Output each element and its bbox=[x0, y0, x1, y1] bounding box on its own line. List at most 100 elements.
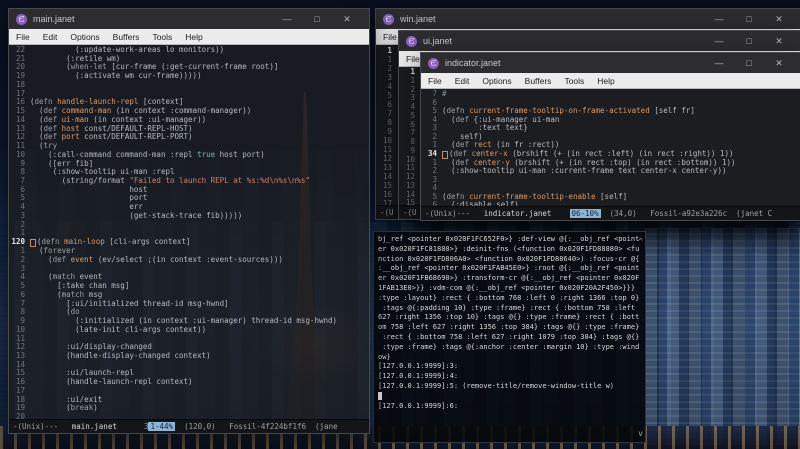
scroll-down-icon[interactable]: v bbox=[638, 430, 643, 438]
close-button[interactable]: ✕ bbox=[332, 9, 362, 29]
terminal-line: :rect { :bottom 758 :left 627 :right 107… bbox=[378, 332, 640, 341]
terminal-line: [127.0.0.1:9999]:3: bbox=[378, 362, 459, 371]
terminal-line: 1FAB13E0>}} :vdm-com @{:__obj_ref <point… bbox=[378, 283, 636, 292]
minimize-button[interactable]: — bbox=[704, 9, 734, 29]
menu-item-edit[interactable]: Edit bbox=[43, 32, 58, 42]
terminal-line: 627 :right 1356 :top 10} :tags @{} :type… bbox=[378, 313, 640, 322]
maximize-button[interactable]: □ bbox=[302, 9, 332, 29]
menu-item-file[interactable]: File bbox=[383, 32, 397, 42]
close-button[interactable]: ✕ bbox=[764, 9, 794, 29]
line-number: 2 bbox=[387, 64, 392, 73]
modeline-text: -(U bbox=[380, 208, 394, 217]
terminal-line: [127.0.0.1:9999]:5: (remove-title/remove… bbox=[378, 381, 615, 390]
emacs-app-icon: Є bbox=[428, 57, 439, 69]
line-number: 1 bbox=[387, 55, 392, 64]
terminal-cursor bbox=[378, 391, 382, 400]
terminal-line: nction 0x020F1FD806A0> <function 0x020F1… bbox=[378, 254, 640, 263]
window-title: indicator.janet bbox=[445, 58, 501, 68]
menu-item-tools[interactable]: Tools bbox=[564, 76, 584, 86]
menu-item-edit[interactable]: Edit bbox=[455, 76, 470, 86]
terminal-line: [127.0.0.1:9999]:4: bbox=[378, 372, 459, 381]
terminal-line: bj_ref <pointer 0x020F1FC652F0>} :def-vi… bbox=[378, 235, 640, 243]
modeline-scroll-percentage: 1-44% bbox=[148, 422, 176, 431]
buffer-indicator-janet[interactable]: 7 #6 5(defn current-frame-tooltip-on-frame… bbox=[421, 89, 800, 206]
line-number: 3 bbox=[387, 73, 392, 82]
modeline-buffer-name: main.janet bbox=[71, 422, 117, 431]
modeline-indicator-janet: -(Unix)--- indicator.janet 06-10% (34,0)… bbox=[421, 206, 800, 220]
modeline-text: (120,0) bbox=[175, 422, 230, 431]
code-line: 19 (:activate wm cur-frame))))) bbox=[9, 71, 369, 81]
modeline-text: Fossil-4f224bf1f6 (jane bbox=[229, 422, 338, 431]
modeline-buffer-name: indicator.janet bbox=[483, 209, 552, 218]
code-line: 2 (def event (ev/select ;(in context :ev… bbox=[9, 255, 369, 265]
titlebar-ui-janet[interactable]: Є ui.janet — □ ✕ bbox=[399, 31, 800, 51]
line-number: 10 bbox=[382, 136, 392, 145]
modeline-text: -(Unix)--- bbox=[13, 422, 72, 431]
menu-item-tools[interactable]: Tools bbox=[152, 32, 172, 42]
close-button[interactable]: ✕ bbox=[764, 53, 794, 73]
line-number: 9 bbox=[387, 127, 392, 136]
line-number: 12 bbox=[382, 154, 392, 163]
repl-terminal-window[interactable]: bj_ref <pointer 0x020F1FC652F0>} :def-vi… bbox=[373, 231, 646, 443]
code-line: 18 bbox=[9, 80, 369, 90]
titlebar-indicator-janet[interactable]: Є indicator.janet — □ ✕ bbox=[421, 53, 800, 73]
code-line: 3 bbox=[421, 175, 800, 185]
terminal-line: :type :layout} :rect { :bottom 768 :left… bbox=[378, 293, 640, 302]
menu-item-help[interactable]: Help bbox=[185, 32, 202, 42]
modeline-text bbox=[551, 209, 569, 218]
code-line: 7 # bbox=[421, 89, 800, 99]
minimize-button[interactable]: — bbox=[704, 31, 734, 51]
line-number: 1 bbox=[387, 46, 392, 55]
scroll-up-icon[interactable]: ^ bbox=[638, 238, 643, 246]
code-line: 16 (handle-launch-repl context) bbox=[9, 377, 369, 387]
terminal-line bbox=[378, 391, 633, 402]
window-title: ui.janet bbox=[423, 36, 453, 46]
window-indicator-janet: Є indicator.janet — □ ✕ File Edit Options Buf… bbox=[420, 52, 800, 221]
line-number: 14 bbox=[382, 172, 392, 181]
code-line: 10 (late-init cli-args context)) bbox=[9, 325, 369, 335]
maximize-button[interactable]: □ bbox=[734, 31, 764, 51]
window-main-janet: Є main.janet — □ ✕ File Edit Options Buffers T… bbox=[8, 8, 370, 434]
minimize-button[interactable]: — bbox=[704, 53, 734, 73]
maximize-button[interactable]: □ bbox=[734, 9, 764, 29]
code-line: 12 (def port const/DEFAULT-REPL-PORT) bbox=[9, 133, 369, 142]
line-number: 16 bbox=[382, 190, 392, 199]
menu-item-file[interactable]: File bbox=[428, 76, 442, 86]
menu-item-file[interactable]: File bbox=[16, 32, 30, 42]
close-button[interactable]: ✕ bbox=[764, 31, 794, 51]
code-line: 2 bbox=[9, 220, 369, 230]
terminal-line: :type :frame} :tags @{:anchor :center :m… bbox=[378, 342, 640, 351]
titlebar-win-janet[interactable]: Є win.janet — □ ✕ bbox=[376, 9, 800, 29]
menubar-indicator-janet: File Edit Options Buffers Tools Help bbox=[421, 73, 800, 89]
titlebar-main-janet[interactable]: Є main.janet — □ ✕ bbox=[9, 9, 369, 29]
menu-item-options[interactable]: Options bbox=[482, 76, 511, 86]
modeline-text: -(U bbox=[403, 208, 417, 217]
line-number: 13 bbox=[382, 163, 392, 172]
buffer-main-janet[interactable]: 22 (:update-work-areas lo monitors)) 21 (… bbox=[9, 45, 369, 419]
window-title: main.janet bbox=[33, 14, 75, 24]
menu-item-options[interactable]: Options bbox=[70, 32, 99, 42]
menubar-main-janet: File Edit Options Buffers Tools Help bbox=[9, 29, 369, 45]
wallpaper-bright-buildings bbox=[645, 228, 800, 445]
code-line: 3 (get-stack-trace fib))))) bbox=[9, 211, 369, 221]
terminal-line: ow} bbox=[378, 352, 391, 361]
modeline-text: 3 bbox=[116, 422, 149, 431]
minimize-button[interactable]: — bbox=[272, 9, 302, 29]
emacs-app-icon: Є bbox=[16, 13, 27, 25]
modeline-text: Fossil-a92e3a226c (janet C bbox=[650, 209, 773, 218]
terminal-line: :__obj_ref <pointer 0x020F1FAB45E0>} :ro… bbox=[378, 264, 640, 273]
menu-item-buffers[interactable]: Buffers bbox=[113, 32, 140, 42]
line-number: 6 bbox=[387, 100, 392, 109]
modeline-scroll-percentage: 06-10% bbox=[569, 209, 601, 218]
maximize-button[interactable]: □ bbox=[734, 53, 764, 73]
modeline-text: (34,0) bbox=[600, 209, 651, 218]
line-number: 15 bbox=[382, 181, 392, 190]
menu-item-buffers[interactable]: Buffers bbox=[525, 76, 552, 86]
line-number: 5 bbox=[387, 91, 392, 100]
terminal-line: er 0x020F1FB68690>} :transform-cr @{:__o… bbox=[378, 274, 640, 283]
menu-item-help[interactable]: Help bbox=[597, 76, 614, 86]
line-number: 11 bbox=[382, 145, 392, 154]
terminal-line: er 0x020F1FC81880>} :deinit-fns (<functi… bbox=[378, 244, 640, 253]
menu-item-file[interactable]: File bbox=[406, 54, 420, 64]
emacs-app-icon: Є bbox=[383, 13, 394, 25]
